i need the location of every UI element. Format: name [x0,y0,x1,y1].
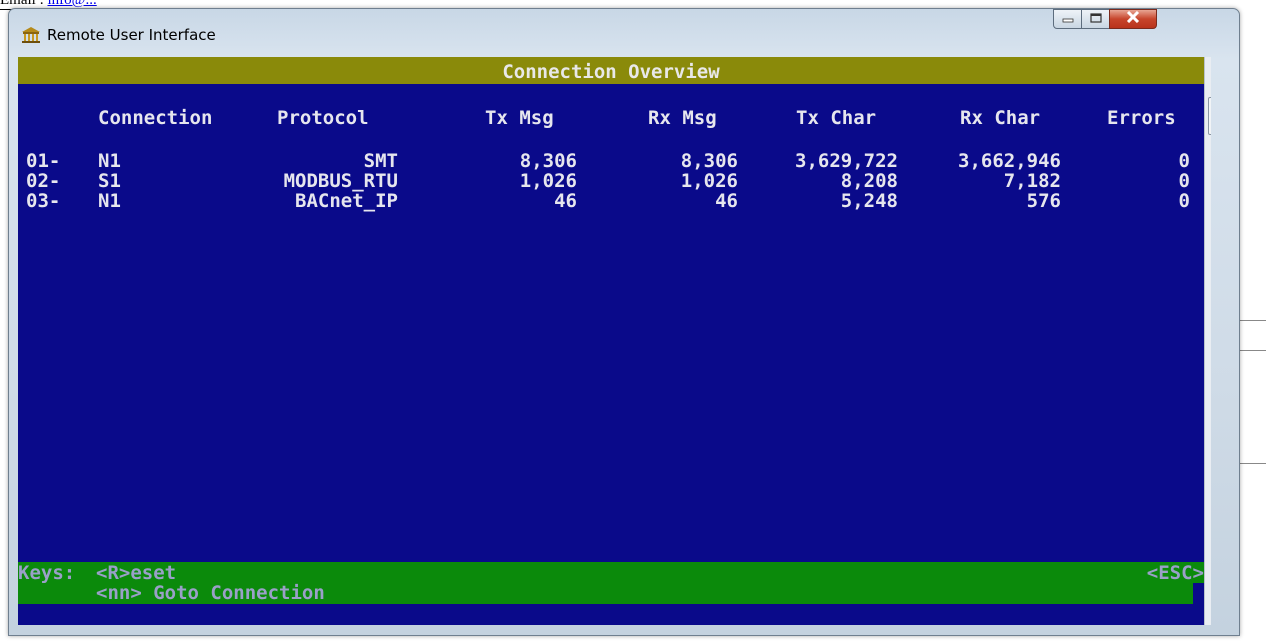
close-icon [1126,10,1140,28]
window-title: Remote User Interface [47,26,216,44]
column-header-tx-msg: Tx Msg [485,107,554,129]
row-protocol: MODBUS_RTU [283,170,398,192]
header-bar: Connection Overview [18,57,1204,84]
row-index: 02- [26,170,61,192]
row-protocol: BACnet_IP [295,190,398,212]
page-title: Connection Overview [502,61,720,83]
minimize-icon [1062,10,1074,28]
row-index: 03- [26,190,61,212]
row-protocol: SMT [363,150,398,172]
row-tx-char: 8,208 [840,170,898,192]
background-edge-line [1238,463,1266,464]
row-tx-char: 3,629,722 [795,150,898,172]
row-rx-msg: 8,306 [680,150,738,172]
maximize-button[interactable] [1081,9,1110,29]
scroll-down-button[interactable]: ▼ [1205,599,1211,619]
column-header-tx-char: Tx Char [796,107,877,129]
key-reset-hint[interactable]: <R>eset [96,562,176,584]
column-header-rx-char: Rx Char [960,107,1041,129]
background-edge-line [1238,320,1266,321]
key-goto-hint[interactable]: <nn> Goto Connection [96,582,325,604]
row-errors: 0 [1178,190,1190,212]
row-rx-char: 7,182 [1003,170,1061,192]
keys-label: Keys: [18,562,76,584]
column-header-rx-msg: Rx Msg [648,107,717,129]
scroll-up-button[interactable]: ▲ [1205,65,1211,85]
row-connection: N1 [98,150,121,172]
row-index: 01- [26,150,61,172]
email-label: Email : [0,0,44,8]
row-rx-msg: 46 [715,190,738,212]
column-header-connection: Connection [98,107,213,129]
row-errors: 0 [1178,170,1190,192]
row-rx-char: 576 [1026,190,1061,212]
row-connection: N1 [98,190,121,212]
vertical-scrollbar[interactable]: ▲ ▼ [1204,57,1211,625]
building-columns-icon [21,26,41,44]
row-tx-msg: 46 [554,190,577,212]
row-errors: 0 [1178,150,1190,172]
console-screen[interactable]: Connection Overview Connection Protocol … [18,57,1211,625]
maximize-icon [1089,10,1102,28]
row-tx-char: 5,248 [840,190,898,212]
column-header-errors: Errors [1107,107,1176,129]
row-tx-msg: 1,026 [519,170,577,192]
row-rx-char: 3,662,946 [958,150,1061,172]
footer-corner [1193,583,1204,625]
background-edge-line [1238,350,1266,351]
title-bar[interactable]: Remote User Interface [9,9,1239,59]
row-tx-msg: 8,306 [519,150,577,172]
email-link[interactable]: info@... [48,0,97,8]
row-rx-msg: 1,026 [680,170,738,192]
close-button[interactable] [1109,9,1157,29]
scrollbar-thumb[interactable] [1208,97,1211,135]
key-esc-hint[interactable]: <ESC> [1147,562,1204,584]
minimize-button[interactable] [1053,9,1082,29]
key-help-bar: Keys: <R>eset <ESC> <nn> Goto Connection [18,562,1204,604]
column-header-protocol: Protocol [277,107,369,129]
row-connection: S1 [98,170,121,192]
